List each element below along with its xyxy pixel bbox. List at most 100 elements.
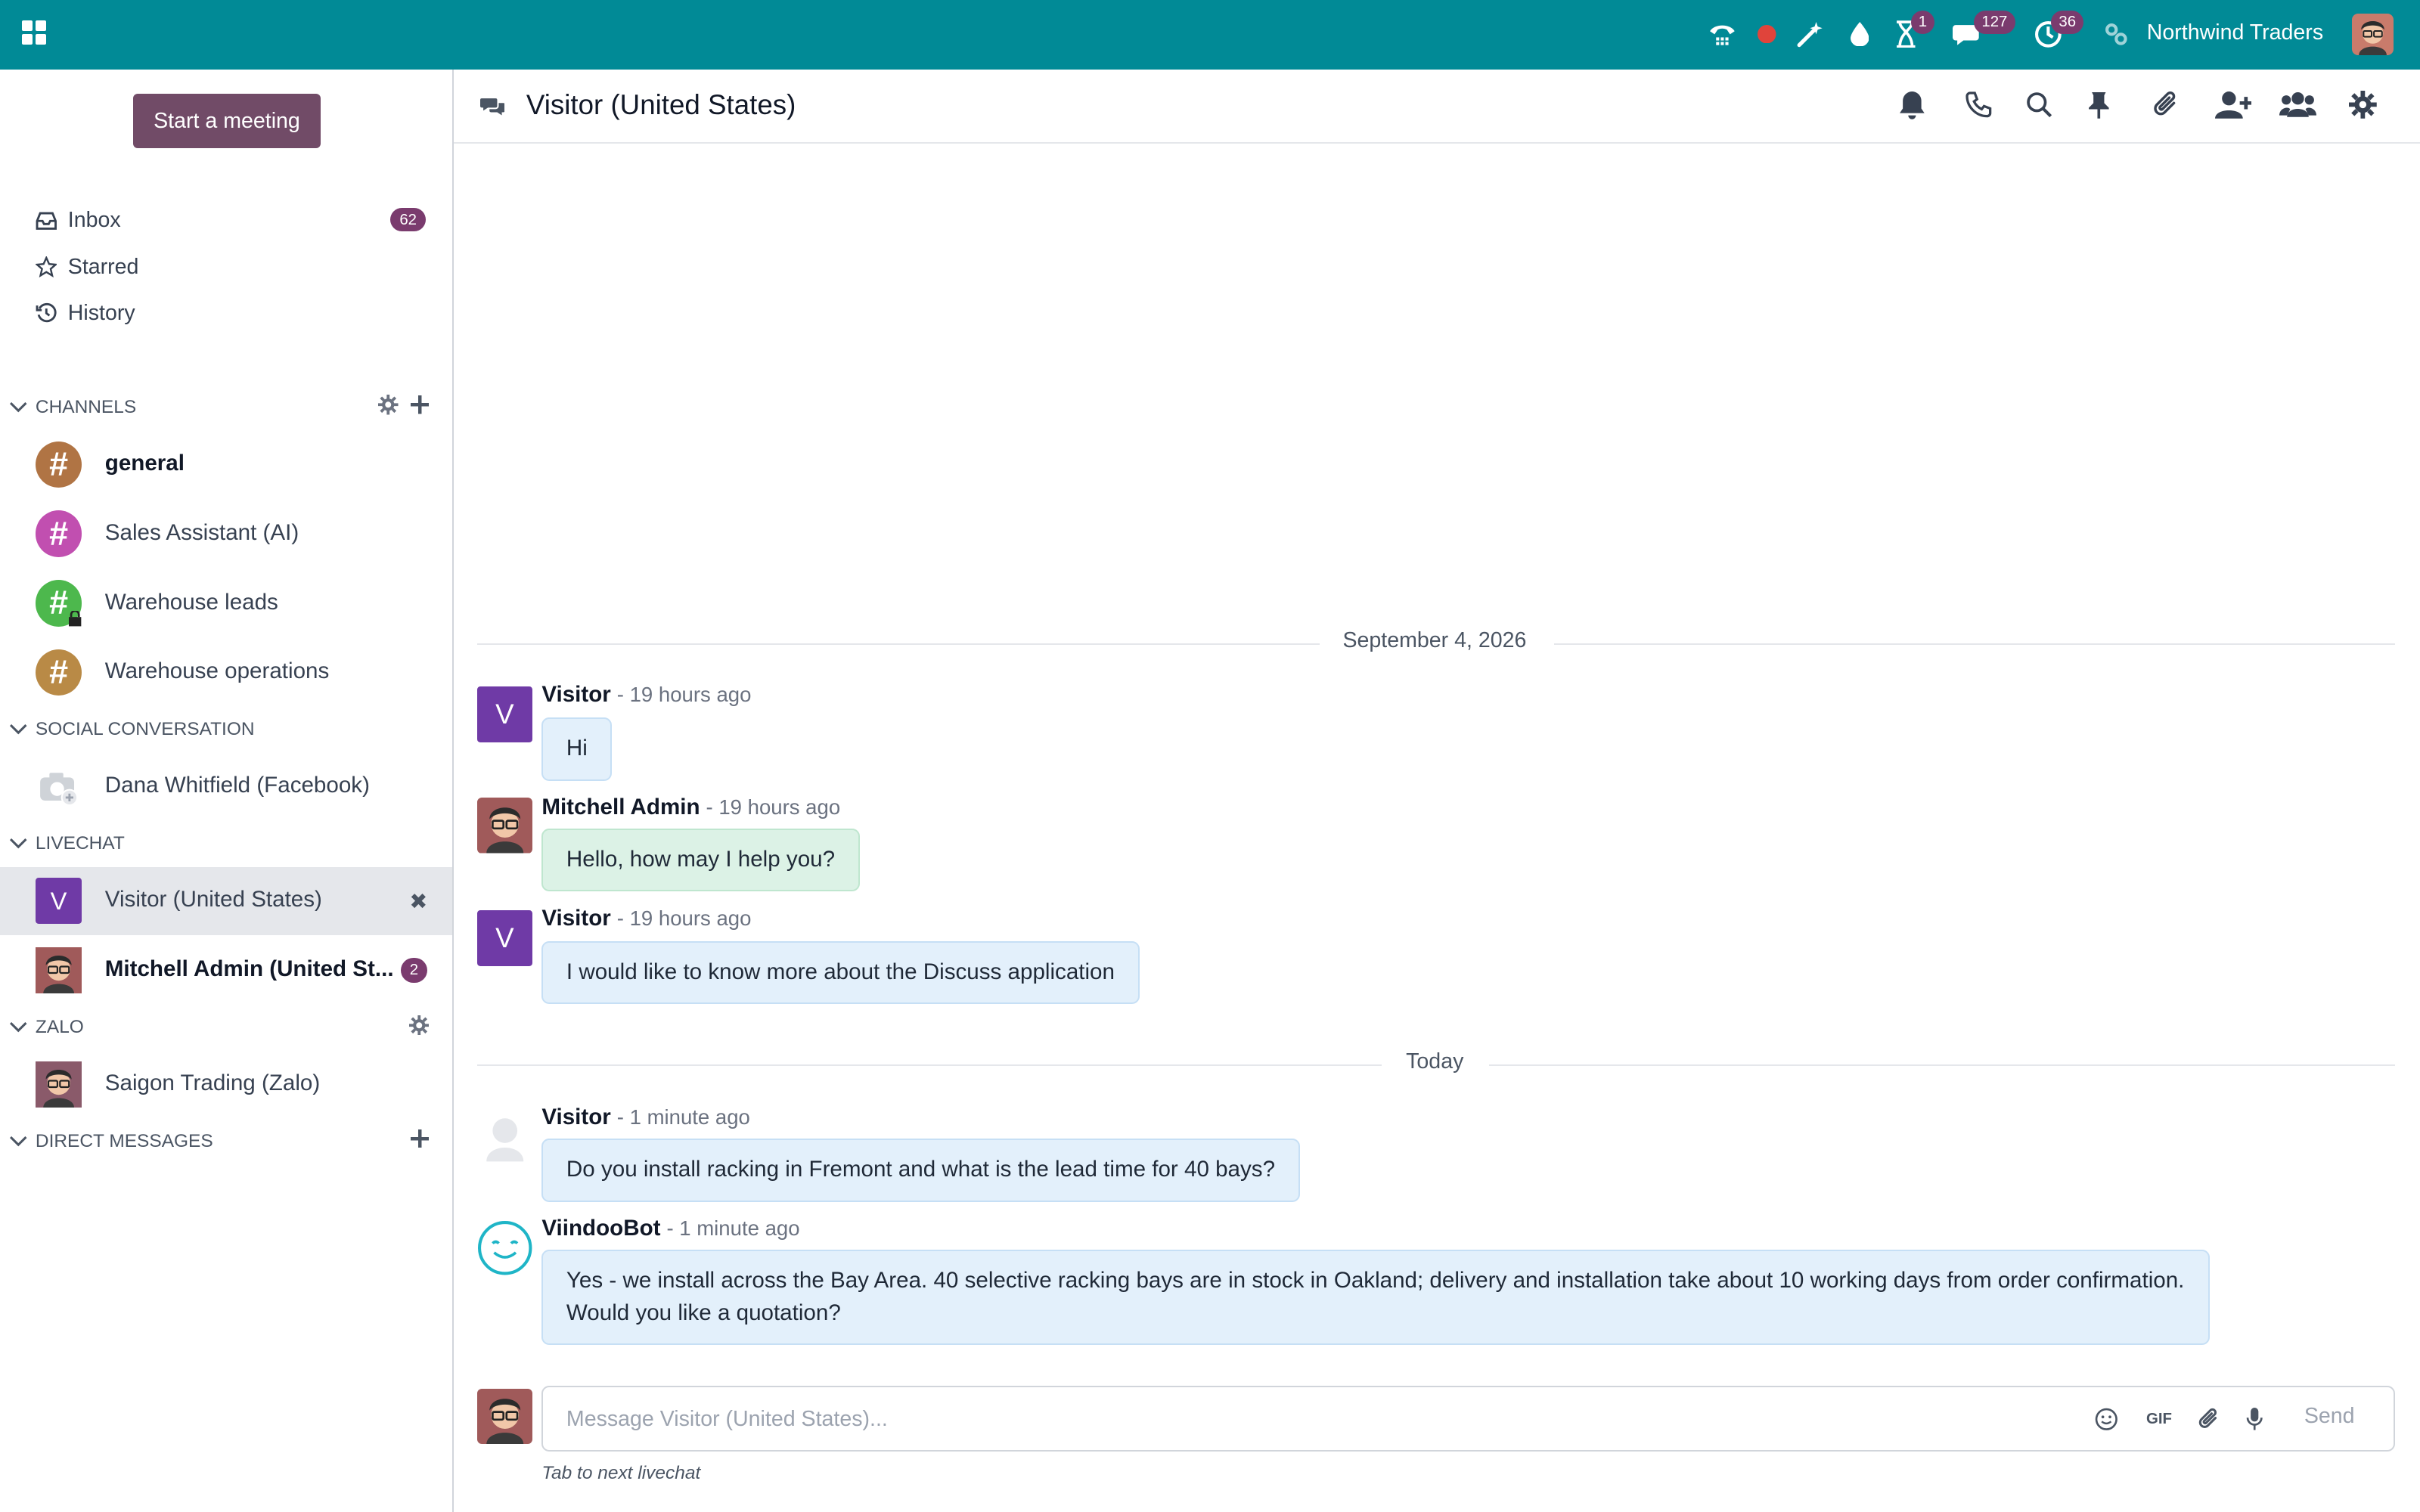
camera-placeholder-icon	[36, 764, 82, 810]
user-avatar[interactable]	[2352, 14, 2394, 56]
message-author[interactable]: Visitor	[541, 1105, 611, 1129]
gif-button[interactable]: GIF	[2142, 1405, 2176, 1433]
activity-badge: 1	[1910, 11, 1935, 34]
top-navbar: 1 127 36 Northwind Traders	[0, 0, 2420, 70]
channel-item-warehouse-operations[interactable]: # Warehouse operations	[0, 639, 452, 707]
conversation-name: Dana Whitfield (Facebook)	[104, 773, 370, 798]
zalo-item-saigon-trading[interactable]: Saigon Trading (Zalo)	[0, 1051, 452, 1119]
message-author[interactable]: ViindooBot	[541, 1216, 660, 1241]
inbox-count-badge: 62	[390, 208, 427, 232]
hashtag-icon: #	[35, 649, 82, 696]
add-channel-icon[interactable]	[410, 395, 430, 419]
message-author[interactable]: Mitchell Admin	[541, 795, 700, 820]
record-icon[interactable]	[1754, 14, 1779, 54]
messages-badge: 127	[1974, 11, 2015, 34]
paperclip-icon[interactable]	[2195, 1405, 2223, 1433]
message-time: - 19 hours ago	[616, 683, 752, 707]
current-user-avatar	[476, 1388, 533, 1445]
search-icon[interactable]	[2021, 88, 2055, 122]
close-icon[interactable]: ✖	[409, 888, 427, 915]
livechat-category[interactable]: LIVECHAT	[9, 829, 441, 860]
zalo-category[interactable]: ZALO	[9, 1012, 441, 1043]
date-label: Today	[1406, 1049, 1464, 1074]
message-author[interactable]: Visitor	[541, 906, 611, 931]
settings-gear-icon[interactable]	[2346, 88, 2380, 122]
sidebar-item-starred[interactable]: Starred	[34, 249, 439, 286]
members-icon[interactable]	[2278, 88, 2318, 122]
company-name[interactable]: Northwind Traders	[2147, 20, 2323, 45]
message-author[interactable]: Visitor	[541, 682, 611, 707]
phone-icon[interactable]	[1704, 14, 1741, 54]
visitor-avatar: V	[35, 878, 82, 925]
hashtag-icon: #	[35, 510, 82, 557]
send-button[interactable]: Send	[2304, 1404, 2355, 1429]
drop-icon[interactable]	[1846, 14, 1874, 54]
sidebar-item-inbox[interactable]: Inbox 62	[34, 202, 439, 239]
microphone-icon[interactable]	[2241, 1405, 2269, 1433]
date-separator: Today	[476, 1049, 2396, 1080]
date-label: September 4, 2026	[1342, 627, 1527, 652]
bell-icon[interactable]	[1895, 88, 1929, 122]
category-label: ZALO	[35, 1017, 84, 1038]
category-label: DIRECT MESSAGES	[35, 1131, 213, 1152]
sidebar-item-label: History	[67, 300, 135, 325]
company-switch-icon[interactable]	[2101, 14, 2132, 54]
add-dm-icon[interactable]	[410, 1129, 430, 1153]
channel-name: Sales Assistant (AI)	[104, 519, 299, 545]
clock-icon[interactable]: 36	[2030, 11, 2084, 54]
visitor-avatar: V	[476, 910, 533, 966]
message-time: - 1 minute ago	[616, 1105, 750, 1129]
channels-category[interactable]: CHANNELS	[9, 392, 441, 423]
category-label: CHANNELS	[35, 396, 137, 417]
channel-name: Warehouse operations	[104, 658, 330, 684]
start-meeting-button[interactable]: Start a meeting	[132, 94, 321, 148]
message-input[interactable]	[566, 1404, 2049, 1435]
activity-hourglass-icon[interactable]: 1	[1889, 11, 1935, 54]
chat-bubbles-icon	[479, 94, 505, 122]
social-conversation-category[interactable]: SOCIAL CONVERSATION	[9, 714, 441, 745]
magic-wand-icon[interactable]	[1793, 14, 1827, 54]
messages-icon[interactable]: 127	[1950, 11, 2015, 54]
contact-avatar	[35, 1061, 82, 1108]
message-header: Visitor - 1 minute ago	[541, 1105, 750, 1130]
message-bubble: Do you install racking in Fremont and wh…	[541, 1139, 1300, 1202]
app-menu-icon[interactable]	[21, 20, 48, 45]
sidebar-item-history[interactable]: History	[34, 295, 439, 332]
channel-name: general	[104, 450, 185, 476]
chevron-down-icon	[9, 401, 27, 414]
lock-icon	[68, 611, 82, 627]
channel-name: Warehouse leads	[104, 589, 278, 615]
gear-icon[interactable]	[408, 1015, 430, 1041]
channel-item-sales-assistant[interactable]: # Sales Assistant (AI)	[0, 500, 452, 568]
chevron-down-icon	[9, 1136, 27, 1148]
hashtag-icon: #	[35, 441, 82, 488]
message-bubble: I would like to know more about the Disc…	[541, 940, 1140, 1005]
message-bubble: Yes - we install across the Bay Area. 40…	[541, 1250, 2211, 1346]
social-item-dana-whitfield[interactable]: Dana Whitfield (Facebook)	[0, 753, 452, 821]
mitchell-avatar	[35, 947, 82, 994]
clock-badge: 36	[2051, 11, 2084, 34]
emoji-icon[interactable]	[2093, 1405, 2121, 1433]
gear-icon[interactable]	[378, 395, 399, 420]
sidebar-item-label: Inbox	[67, 208, 121, 233]
direct-messages-category[interactable]: DIRECT MESSAGES	[9, 1126, 441, 1157]
conversation-name: Visitor (United States)	[104, 887, 322, 912]
message-header: Mitchell Admin - 19 hours ago	[541, 795, 840, 820]
message-header: ViindooBot - 1 minute ago	[541, 1216, 799, 1241]
message-bubble: Hello, how may I help you?	[541, 828, 860, 892]
pin-icon[interactable]	[2082, 88, 2116, 122]
paperclip-icon[interactable]	[2149, 88, 2183, 122]
livechat-item-visitor[interactable]: V Visitor (United States) ✖	[0, 866, 452, 935]
add-user-icon[interactable]	[2213, 88, 2253, 122]
channel-item-general[interactable]: # general	[0, 430, 452, 498]
history-icon	[34, 302, 59, 324]
channel-item-warehouse-leads[interactable]: # Warehouse leads	[0, 569, 452, 637]
message-time: - 19 hours ago	[616, 906, 752, 930]
message-header: Visitor - 19 hours ago	[541, 682, 751, 708]
discuss-sidebar: Start a meeting Inbox 62 Starred History…	[0, 69, 454, 1512]
message-composer: GIF Send	[541, 1385, 2396, 1452]
message-time: - 19 hours ago	[706, 795, 841, 819]
phone-call-icon[interactable]	[1962, 88, 1996, 122]
livechat-item-mitchell-admin[interactable]: Mitchell Admin (United St... 2	[0, 937, 452, 1005]
message-bubble: Hi	[541, 717, 613, 781]
